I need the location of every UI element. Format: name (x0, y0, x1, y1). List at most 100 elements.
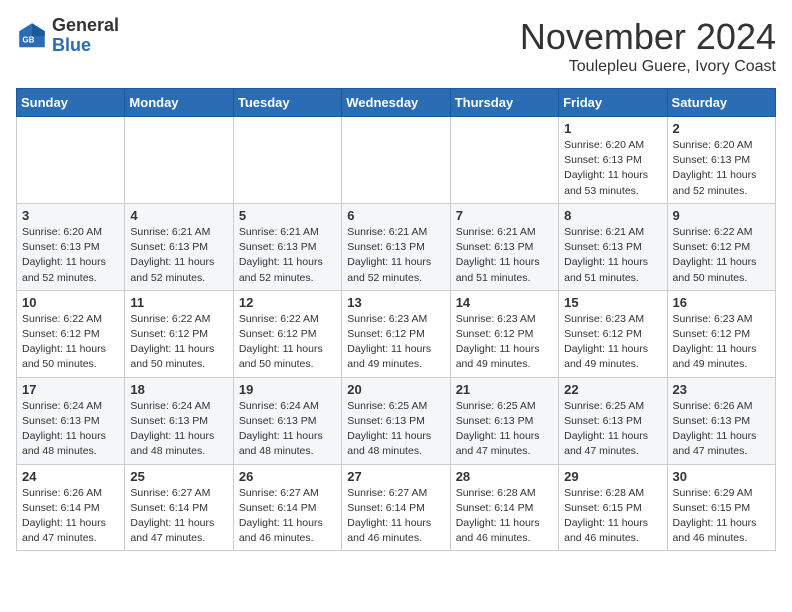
day-number: 23 (673, 382, 770, 397)
day-info: Sunrise: 6:25 AMSunset: 6:13 PMDaylight:… (347, 399, 444, 460)
svg-text:GB: GB (22, 35, 34, 44)
day-info: Sunrise: 6:24 AMSunset: 6:13 PMDaylight:… (22, 399, 119, 460)
calendar-cell: 9 Sunrise: 6:22 AMSunset: 6:12 PMDaylight… (667, 203, 775, 290)
day-number: 27 (347, 469, 444, 484)
calendar-cell (342, 117, 450, 204)
day-header-saturday: Saturday (667, 89, 775, 117)
day-number: 17 (22, 382, 119, 397)
day-info: Sunrise: 6:23 AMSunset: 6:12 PMDaylight:… (564, 312, 661, 373)
logo-text: General Blue (52, 16, 119, 56)
calendar-cell: 17 Sunrise: 6:24 AMSunset: 6:13 PMDayligh… (17, 377, 125, 464)
day-info: Sunrise: 6:22 AMSunset: 6:12 PMDaylight:… (22, 312, 119, 373)
day-info: Sunrise: 6:22 AMSunset: 6:12 PMDaylight:… (239, 312, 336, 373)
day-info: Sunrise: 6:22 AMSunset: 6:12 PMDaylight:… (130, 312, 227, 373)
calendar-header: SundayMondayTuesdayWednesdayThursdayFrid… (17, 89, 776, 117)
day-info: Sunrise: 6:24 AMSunset: 6:13 PMDaylight:… (130, 399, 227, 460)
calendar-cell: 11 Sunrise: 6:22 AMSunset: 6:12 PMDayligh… (125, 290, 233, 377)
day-info: Sunrise: 6:23 AMSunset: 6:12 PMDaylight:… (456, 312, 553, 373)
day-number: 19 (239, 382, 336, 397)
calendar-cell (450, 117, 558, 204)
day-number: 12 (239, 295, 336, 310)
day-info: Sunrise: 6:22 AMSunset: 6:12 PMDaylight:… (673, 225, 770, 286)
day-info: Sunrise: 6:21 AMSunset: 6:13 PMDaylight:… (239, 225, 336, 286)
day-info: Sunrise: 6:21 AMSunset: 6:13 PMDaylight:… (347, 225, 444, 286)
calendar-cell: 19 Sunrise: 6:24 AMSunset: 6:13 PMDayligh… (233, 377, 341, 464)
day-info: Sunrise: 6:27 AMSunset: 6:14 PMDaylight:… (347, 486, 444, 547)
week-row-2: 3Sunrise: 6:20 AMSunset: 6:13 PMDaylight… (17, 203, 776, 290)
day-number: 26 (239, 469, 336, 484)
month-title: November 2024 (520, 16, 776, 58)
calendar-cell: 5 Sunrise: 6:21 AMSunset: 6:13 PMDaylight… (233, 203, 341, 290)
day-number: 5 (239, 208, 336, 223)
calendar-cell: 27 Sunrise: 6:27 AMSunset: 6:14 PMDayligh… (342, 464, 450, 551)
day-info: Sunrise: 6:21 AMSunset: 6:13 PMDaylight:… (564, 225, 661, 286)
day-number: 7 (456, 208, 553, 223)
calendar-cell (125, 117, 233, 204)
day-number: 15 (564, 295, 661, 310)
day-number: 9 (673, 208, 770, 223)
day-info: Sunrise: 6:26 AMSunset: 6:13 PMDaylight:… (673, 399, 770, 460)
day-info: Sunrise: 6:28 AMSunset: 6:14 PMDaylight:… (456, 486, 553, 547)
day-info: Sunrise: 6:26 AMSunset: 6:14 PMDaylight:… (22, 486, 119, 547)
calendar-cell: 1 Sunrise: 6:20 AMSunset: 6:13 PMDaylight… (559, 117, 667, 204)
day-info: Sunrise: 6:28 AMSunset: 6:15 PMDaylight:… (564, 486, 661, 547)
calendar-cell: 26 Sunrise: 6:27 AMSunset: 6:14 PMDayligh… (233, 464, 341, 551)
week-row-5: 24 Sunrise: 6:26 AMSunset: 6:14 PMDayligh… (17, 464, 776, 551)
calendar-cell: 2 Sunrise: 6:20 AMSunset: 6:13 PMDaylight… (667, 117, 775, 204)
calendar-cell: 6Sunrise: 6:21 AMSunset: 6:13 PMDaylight… (342, 203, 450, 290)
day-info: Sunrise: 6:25 AMSunset: 6:13 PMDaylight:… (564, 399, 661, 460)
day-number: 18 (130, 382, 227, 397)
day-info: Sunrise: 6:27 AMSunset: 6:14 PMDaylight:… (239, 486, 336, 547)
day-info: Sunrise: 6:20 AMSunset: 6:13 PMDaylight:… (673, 138, 770, 199)
day-info: Sunrise: 6:27 AMSunset: 6:14 PMDaylight:… (130, 486, 227, 547)
day-header-sunday: Sunday (17, 89, 125, 117)
day-info: Sunrise: 6:29 AMSunset: 6:15 PMDaylight:… (673, 486, 770, 547)
week-row-4: 17 Sunrise: 6:24 AMSunset: 6:13 PMDayligh… (17, 377, 776, 464)
calendar-table: SundayMondayTuesdayWednesdayThursdayFrid… (16, 88, 776, 551)
calendar-cell: 20 Sunrise: 6:25 AMSunset: 6:13 PMDayligh… (342, 377, 450, 464)
day-header-friday: Friday (559, 89, 667, 117)
day-header-thursday: Thursday (450, 89, 558, 117)
day-number: 3 (22, 208, 119, 223)
calendar-cell: 14 Sunrise: 6:23 AMSunset: 6:12 PMDayligh… (450, 290, 558, 377)
calendar-cell: 28 Sunrise: 6:28 AMSunset: 6:14 PMDayligh… (450, 464, 558, 551)
calendar-cell: 13 Sunrise: 6:23 AMSunset: 6:12 PMDayligh… (342, 290, 450, 377)
day-number: 25 (130, 469, 227, 484)
calendar-cell: 10 Sunrise: 6:22 AMSunset: 6:12 PMDayligh… (17, 290, 125, 377)
day-number: 8 (564, 208, 661, 223)
day-number: 16 (673, 295, 770, 310)
day-number: 13 (347, 295, 444, 310)
day-number: 11 (130, 295, 227, 310)
calendar-cell: 24 Sunrise: 6:26 AMSunset: 6:14 PMDayligh… (17, 464, 125, 551)
calendar-cell: 7 Sunrise: 6:21 AMSunset: 6:13 PMDaylight… (450, 203, 558, 290)
calendar-cell: 16Sunrise: 6:23 AMSunset: 6:12 PMDayligh… (667, 290, 775, 377)
calendar-cell (17, 117, 125, 204)
day-number: 20 (347, 382, 444, 397)
day-number: 14 (456, 295, 553, 310)
calendar-cell: 8 Sunrise: 6:21 AMSunset: 6:13 PMDaylight… (559, 203, 667, 290)
day-info: Sunrise: 6:23 AMSunset: 6:12 PMDaylight:… (347, 312, 444, 373)
day-header-wednesday: Wednesday (342, 89, 450, 117)
day-number: 2 (673, 121, 770, 136)
day-info: Sunrise: 6:21 AMSunset: 6:13 PMDaylight:… (456, 225, 553, 286)
calendar-cell: 4Sunrise: 6:21 AMSunset: 6:13 PMDaylight… (125, 203, 233, 290)
calendar-cell: 25 Sunrise: 6:27 AMSunset: 6:14 PMDayligh… (125, 464, 233, 551)
title-block: November 2024 Toulepleu Guere, Ivory Coa… (520, 16, 776, 76)
day-number: 24 (22, 469, 119, 484)
day-info: Sunrise: 6:25 AMSunset: 6:13 PMDaylight:… (456, 399, 553, 460)
logo: GB General Blue (16, 16, 119, 56)
day-number: 29 (564, 469, 661, 484)
logo-icon: GB (16, 20, 48, 52)
day-info: Sunrise: 6:24 AMSunset: 6:13 PMDaylight:… (239, 399, 336, 460)
calendar-cell: 22Sunrise: 6:25 AMSunset: 6:13 PMDayligh… (559, 377, 667, 464)
calendar-cell: 23 Sunrise: 6:26 AMSunset: 6:13 PMDayligh… (667, 377, 775, 464)
day-number: 1 (564, 121, 661, 136)
day-number: 10 (22, 295, 119, 310)
calendar-cell: 21Sunrise: 6:25 AMSunset: 6:13 PMDayligh… (450, 377, 558, 464)
week-row-3: 10 Sunrise: 6:22 AMSunset: 6:12 PMDayligh… (17, 290, 776, 377)
day-number: 30 (673, 469, 770, 484)
day-info: Sunrise: 6:20 AMSunset: 6:13 PMDaylight:… (564, 138, 661, 199)
day-number: 28 (456, 469, 553, 484)
calendar-cell: 29 Sunrise: 6:28 AMSunset: 6:15 PMDayligh… (559, 464, 667, 551)
day-header-tuesday: Tuesday (233, 89, 341, 117)
